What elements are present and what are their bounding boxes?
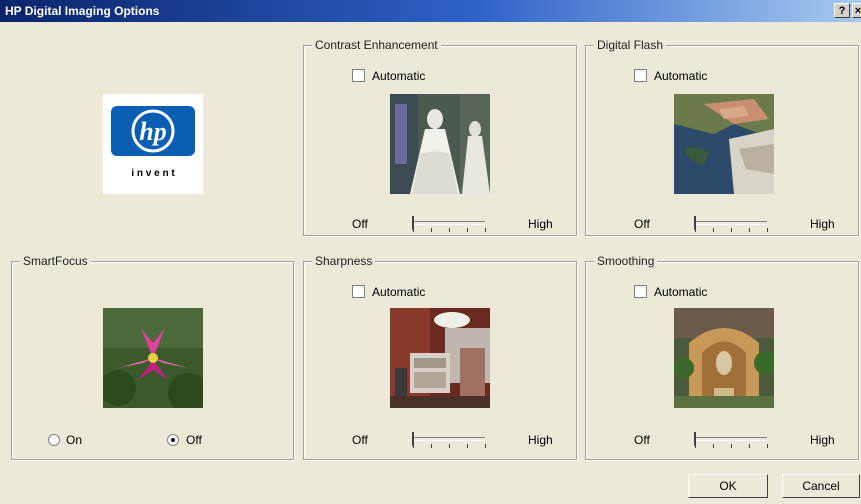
window-title: HP Digital Imaging Options: [5, 4, 160, 18]
smartfocus-on-radio[interactable]: [48, 434, 60, 446]
sharpness-slider-tick: [431, 444, 432, 448]
smoothing-slider-tick: [749, 444, 750, 448]
digital-flash-group: Digital Flash Automatic Off High: [585, 38, 859, 236]
smoothing-slider-track: [695, 437, 767, 441]
smoothing-slider-tick: [767, 444, 768, 448]
flash-preview-image: [674, 94, 774, 194]
sharpness-slider-tick: [485, 444, 486, 448]
contrast-enhancement-title: Contrast Enhancement: [312, 38, 441, 52]
help-button[interactable]: ?: [834, 3, 850, 18]
close-button[interactable]: ×: [852, 3, 861, 18]
smoothing-title: Smoothing: [594, 254, 658, 268]
smartfocus-title: SmartFocus: [20, 254, 91, 268]
smoothing-slider-tick: [695, 444, 696, 448]
contrast-slider-tick: [449, 228, 450, 232]
digital-flash-title: Digital Flash: [594, 38, 667, 52]
smoothing-automatic-checkbox[interactable]: [634, 285, 647, 298]
smartfocus-group: SmartFocus On Off: [11, 254, 294, 460]
contrast-slider-tick: [431, 228, 432, 232]
sharpness-slider-track: [413, 437, 485, 441]
smartfocus-off-label: Off: [186, 433, 202, 447]
sharpness-slider-tick: [449, 444, 450, 448]
hp-logo-tagline: i n v e n t: [131, 168, 175, 179]
contrast-high-label: High: [528, 217, 553, 231]
contrast-slider[interactable]: [411, 216, 487, 232]
smoothing-automatic-label: Automatic: [654, 285, 708, 299]
sharpness-high-label: High: [528, 433, 553, 447]
flash-slider[interactable]: [693, 216, 769, 232]
sharpness-group: Sharpness Automatic Off High: [303, 254, 577, 460]
contrast-enhancement-group: Contrast Enhancement Automatic Off High: [303, 38, 577, 236]
contrast-slider-track: [413, 221, 485, 225]
smoothing-high-label: High: [810, 433, 835, 447]
hp-logo-mark: hp: [139, 117, 166, 146]
contrast-automatic-checkbox[interactable]: [352, 69, 365, 82]
smoothing-group: Smoothing Automatic Off High: [585, 254, 859, 460]
contrast-off-label: Off: [352, 217, 368, 231]
flash-slider-tick: [713, 228, 714, 232]
flash-high-label: High: [810, 217, 835, 231]
contrast-slider-tick: [467, 228, 468, 232]
sharpness-slider-tick: [413, 444, 414, 448]
smartfocus-preview-image: [103, 308, 203, 408]
flash-slider-track: [695, 221, 767, 225]
flash-slider-tick: [749, 228, 750, 232]
flash-slider-tick: [767, 228, 768, 232]
sharpness-off-label: Off: [352, 433, 368, 447]
smoothing-slider-tick: [713, 444, 714, 448]
smoothing-slider-tick: [731, 444, 732, 448]
smartfocus-on-label: On: [66, 433, 83, 447]
contrast-automatic-label: Automatic: [372, 69, 426, 83]
ok-button[interactable]: OK: [688, 474, 768, 498]
sharpness-slider-tick: [467, 444, 468, 448]
flash-slider-tick: [731, 228, 732, 232]
sharpness-preview-image: [390, 308, 490, 408]
flash-automatic-label: Automatic: [654, 69, 708, 83]
radio-selected-dot: [171, 438, 175, 442]
smoothing-off-label: Off: [634, 433, 650, 447]
sharpness-automatic-checkbox[interactable]: [352, 285, 365, 298]
sharpness-automatic-label: Automatic: [372, 285, 426, 299]
contrast-slider-tick: [485, 228, 486, 232]
sharpness-slider[interactable]: [411, 432, 487, 448]
smoothing-slider[interactable]: [693, 432, 769, 448]
flash-slider-tick: [695, 228, 696, 232]
smoothing-preview-image: [674, 308, 774, 408]
flash-off-label: Off: [634, 217, 650, 231]
smartfocus-off-radio[interactable]: [167, 434, 179, 446]
flash-automatic-checkbox[interactable]: [634, 69, 647, 82]
cancel-button[interactable]: Cancel: [782, 474, 860, 498]
hp-logo: hp i n v e n t: [103, 94, 203, 194]
contrast-preview-image: [390, 94, 490, 194]
sharpness-title: Sharpness: [312, 254, 376, 268]
title-bar: HP Digital Imaging Options ? ×: [0, 0, 861, 22]
contrast-slider-tick: [413, 228, 414, 232]
